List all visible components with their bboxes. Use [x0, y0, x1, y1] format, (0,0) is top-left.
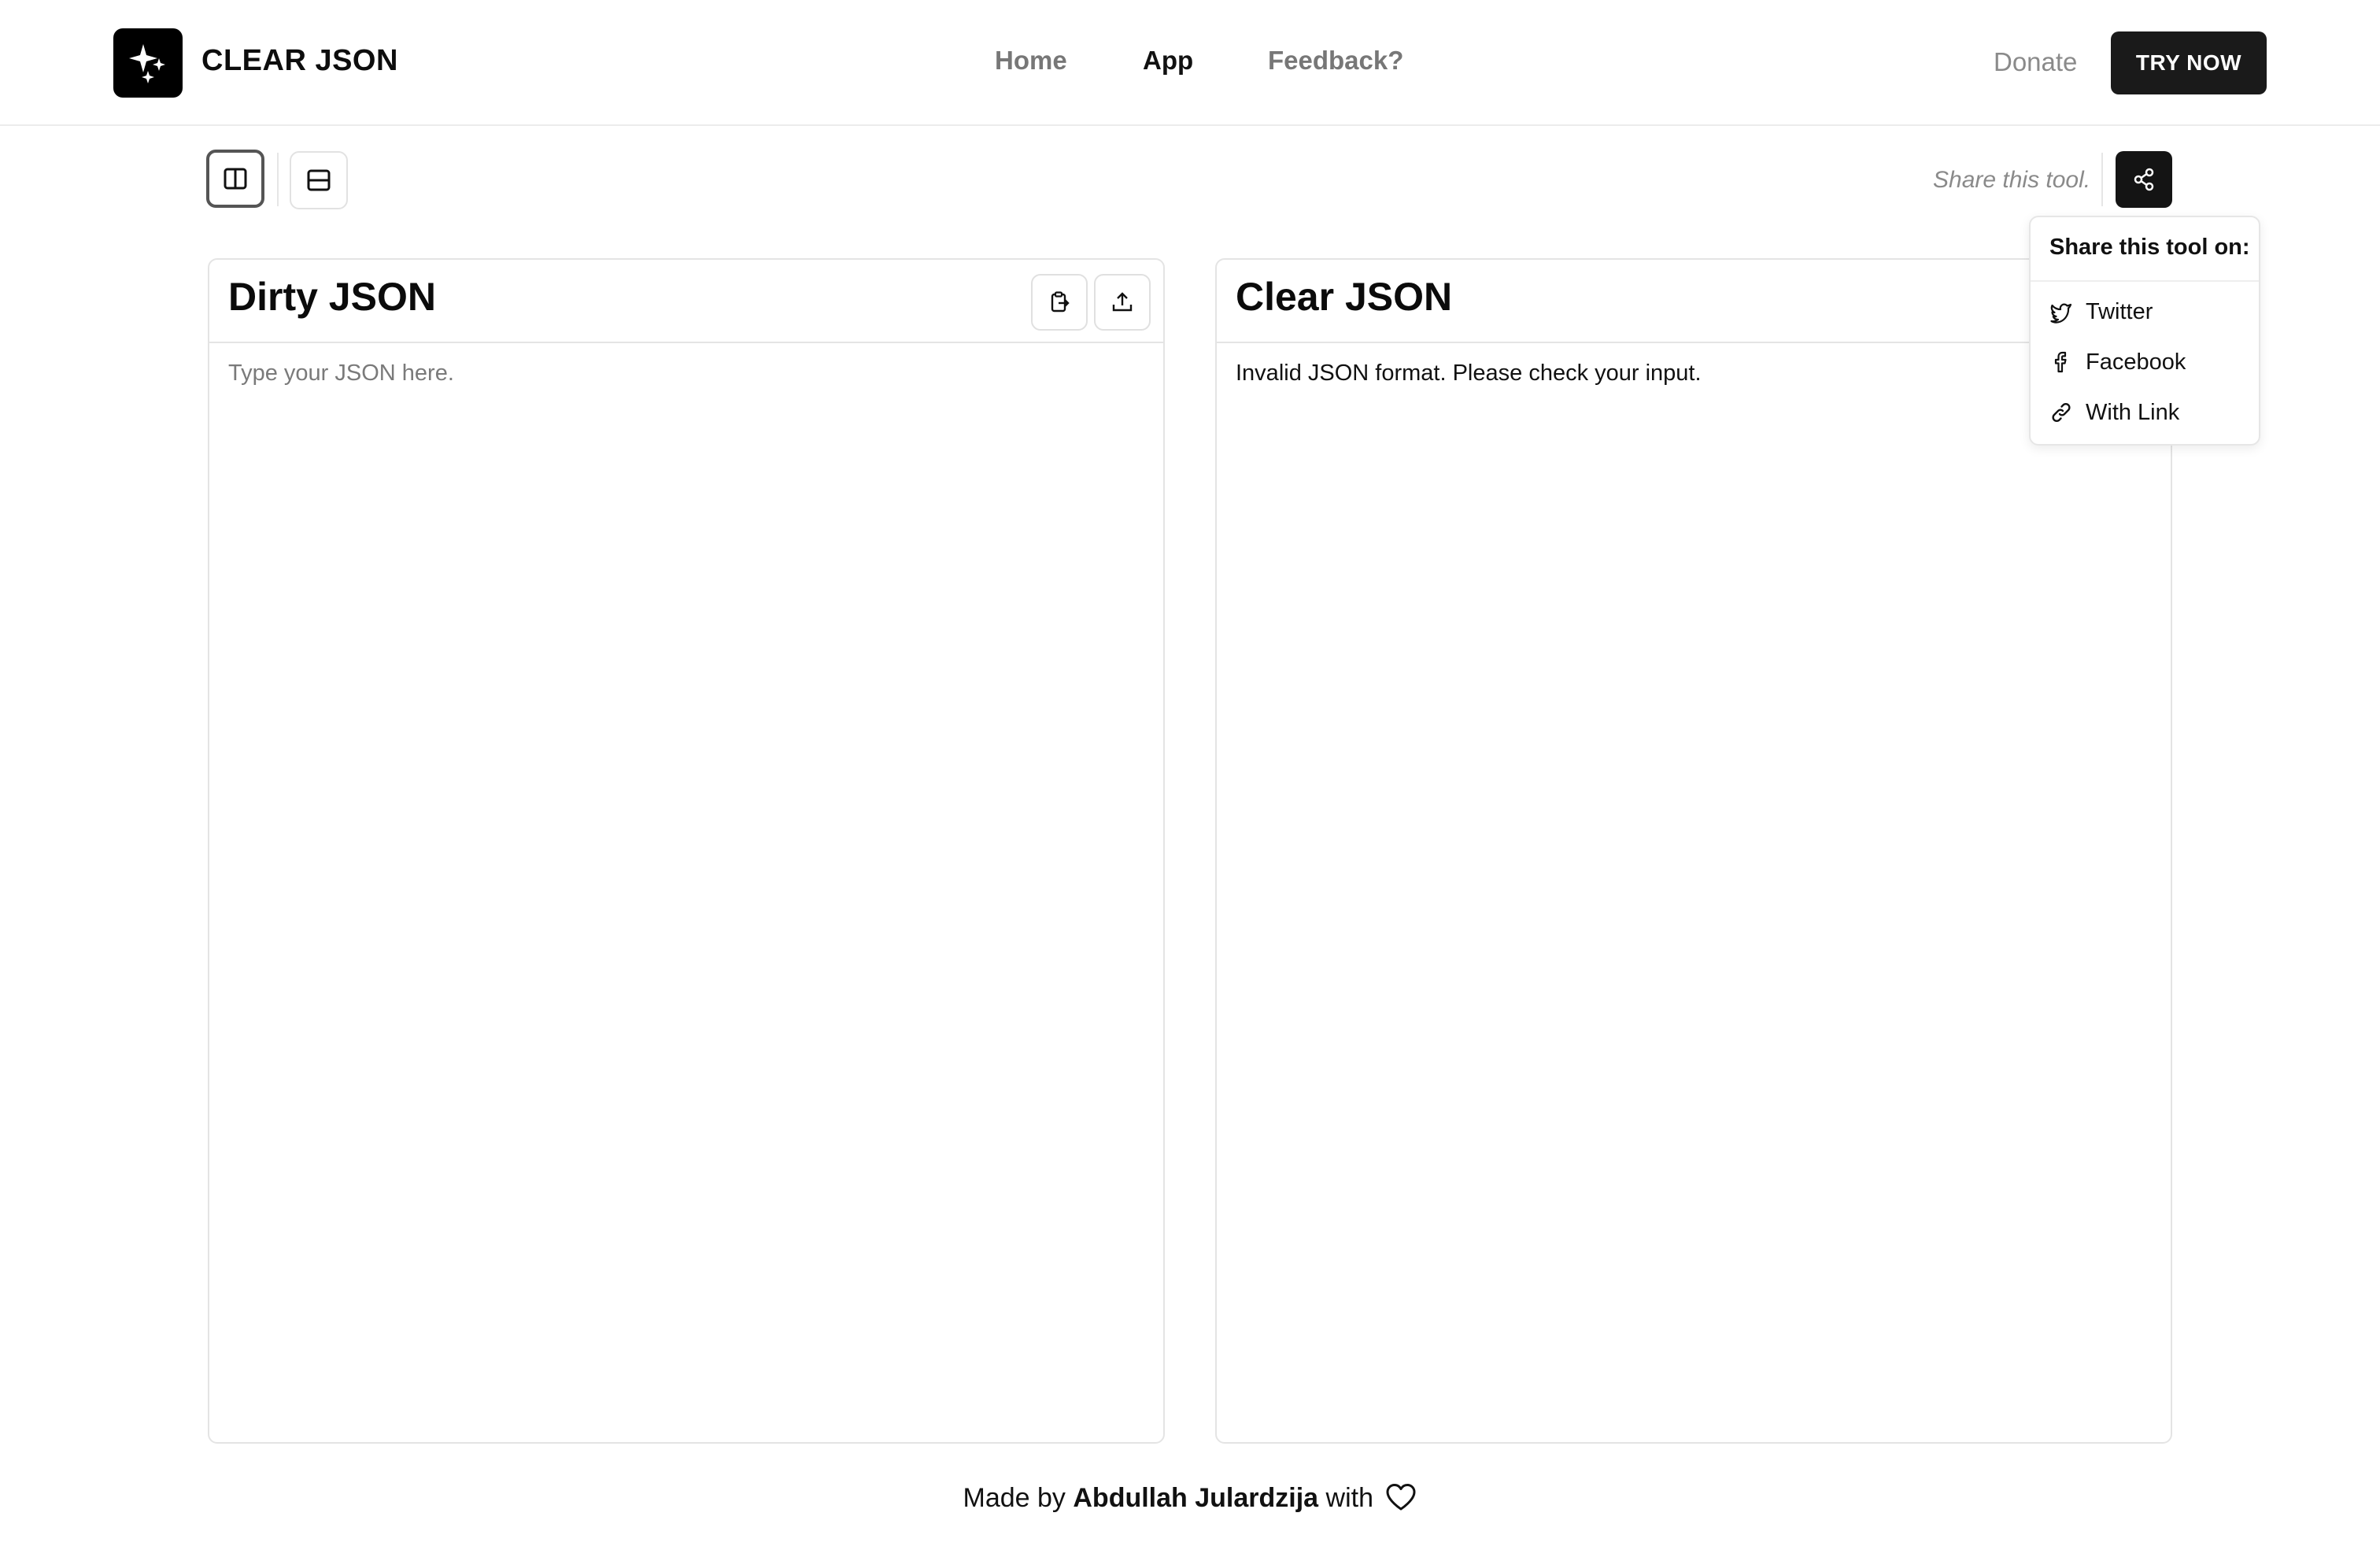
share-facebook-label: Facebook [2086, 349, 2186, 375]
dirty-json-title: Dirty JSON [228, 275, 436, 319]
footer-suffix: with [1325, 1483, 1374, 1513]
paste-button[interactable] [1031, 274, 1088, 331]
json-output: Invalid JSON format. Please check your i… [1236, 361, 1702, 386]
facebook-icon [2048, 349, 2075, 375]
share-facebook-item[interactable]: Facebook [2048, 342, 2245, 383]
top-navbar: CLEAR JSON Home App Feedback? Donate TRY… [0, 0, 2380, 126]
share-menu-title: Share this tool on: [2049, 235, 2250, 260]
try-now-button[interactable]: TRY NOW [2111, 31, 2267, 94]
share-menu-separator [2031, 280, 2259, 282]
share-this-tool-text: Share this tool. [1933, 167, 2091, 193]
twitter-icon [2048, 298, 2075, 325]
json-input[interactable]: Type your JSON here. [228, 361, 454, 386]
share-twitter-item[interactable]: Twitter [2048, 291, 2245, 332]
upload-button[interactable] [1094, 274, 1151, 331]
split-columns-view-button[interactable] [206, 150, 264, 208]
share-divider [2101, 153, 2103, 206]
nav-item-home[interactable]: Home [995, 46, 1067, 76]
share-icon [2134, 168, 2154, 191]
toolbar-divider [277, 153, 279, 206]
upload-icon [1112, 292, 1133, 312]
donate-link[interactable]: Donate [1994, 47, 2077, 77]
share-link-label: With Link [2086, 399, 2180, 425]
dirty-json-panel: Dirty JSON Type your JSON here. [208, 258, 1165, 1444]
clear-json-panel-header: Clear JSON [1217, 260, 2171, 343]
nav-item-app[interactable]: App [1143, 46, 1193, 76]
footer-author[interactable]: Abdullah Julardzija [1073, 1483, 1318, 1513]
link-icon [2048, 399, 2075, 426]
share-button[interactable] [2116, 151, 2172, 208]
footer-prefix: Made by [963, 1483, 1066, 1513]
share-link-item[interactable]: With Link [2048, 392, 2245, 433]
share-menu: Share this tool on: Twitter Facebook Wit… [2029, 216, 2260, 446]
footer: Made by Abdullah Julardzija with [0, 1483, 2380, 1518]
split-rows-view-button[interactable] [290, 151, 348, 209]
dirty-json-panel-header: Dirty JSON [209, 260, 1163, 343]
heart-icon [1385, 1483, 1417, 1518]
clear-json-title: Clear JSON [1236, 275, 1453, 319]
columns-layout-icon [224, 168, 247, 190]
rows-layout-icon [307, 169, 331, 191]
share-twitter-label: Twitter [2086, 298, 2153, 324]
paste-clipboard-icon [1051, 291, 1070, 313]
nav-item-feedback[interactable]: Feedback? [1268, 46, 1403, 76]
